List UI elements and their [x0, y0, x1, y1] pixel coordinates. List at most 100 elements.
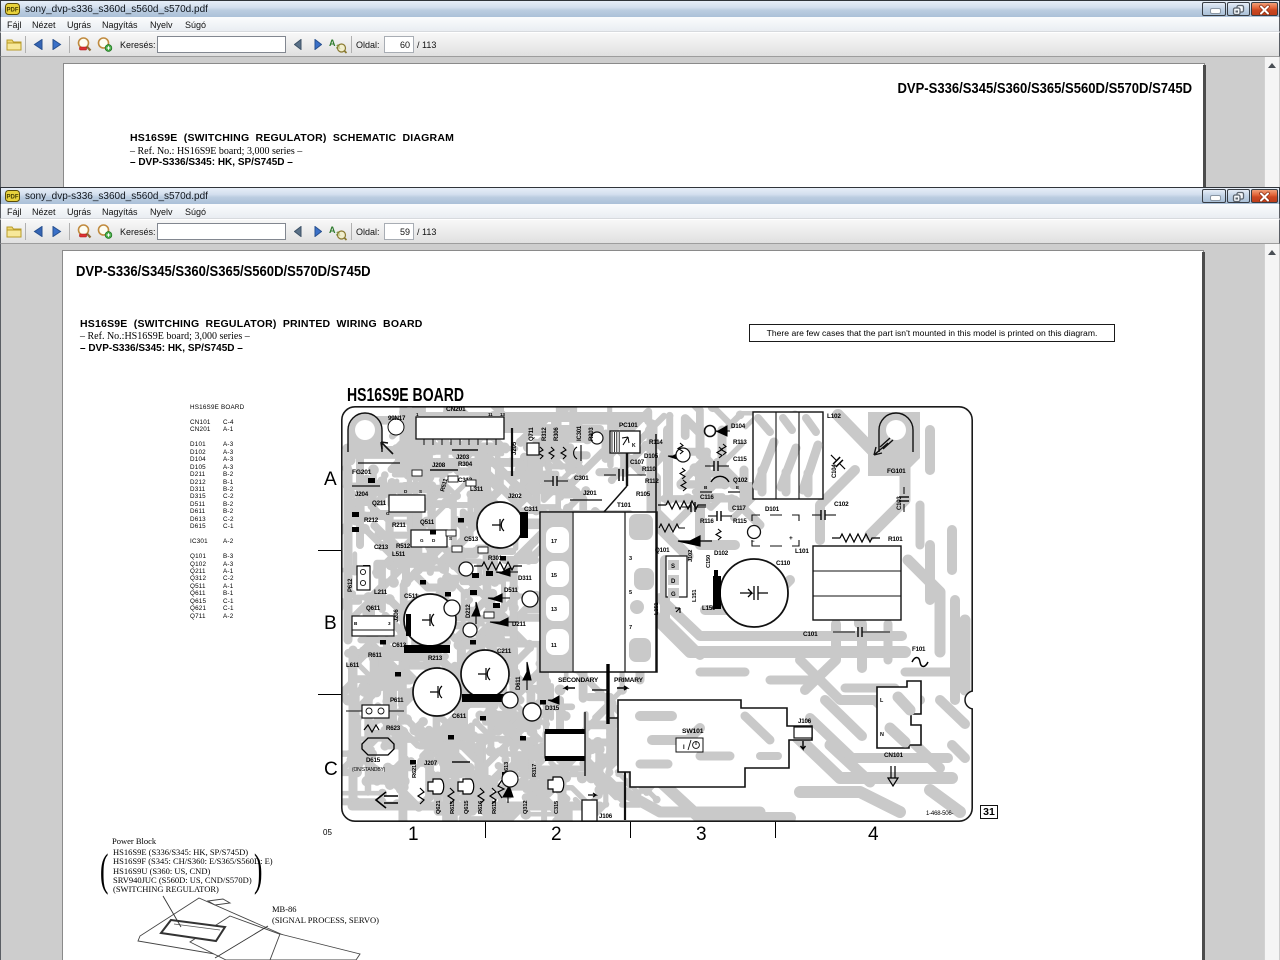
svg-text:A: A: [329, 225, 336, 235]
svg-text:L102: L102: [827, 413, 841, 420]
svg-text:Q611: Q611: [366, 605, 381, 612]
svg-text:C301: C301: [574, 475, 589, 482]
svg-text:P611: P611: [390, 697, 404, 704]
svg-text:L151: L151: [654, 602, 660, 615]
svg-text:7: 7: [629, 625, 632, 631]
svg-text:R615: R615: [450, 800, 456, 814]
svg-text:Q711: Q711: [529, 427, 535, 441]
svg-text:S: S: [419, 489, 422, 494]
svg-text:(ON/STANDBY): (ON/STANDBY): [352, 767, 386, 773]
svg-text:C110: C110: [776, 560, 791, 567]
svg-text:C117: C117: [732, 505, 746, 512]
svg-text:D101: D101: [765, 506, 780, 513]
svg-text:17: 17: [551, 539, 557, 545]
svg-text:R211: R211: [392, 522, 406, 529]
svg-text:R611: R611: [368, 652, 382, 659]
svg-text:D104: D104: [731, 423, 746, 430]
svg-text:R112: R112: [645, 478, 659, 485]
svg-text:C315: C315: [554, 800, 560, 814]
svg-text:PC101: PC101: [619, 422, 638, 429]
svg-text:D615: D615: [366, 757, 381, 764]
svg-text:FG201: FG201: [352, 469, 372, 476]
svg-text:D315: D315: [545, 705, 560, 712]
svg-text:11: 11: [488, 412, 493, 417]
svg-text:S: S: [671, 564, 675, 570]
svg-text:L101: L101: [795, 548, 809, 555]
svg-text:11: 11: [551, 643, 557, 649]
svg-text:D212: D212: [466, 604, 472, 618]
svg-text:Q211: Q211: [372, 500, 387, 507]
svg-text:D511: D511: [504, 587, 518, 594]
svg-text:Q102: Q102: [733, 477, 748, 484]
svg-text:15: 15: [551, 573, 557, 579]
svg-text:CN101: CN101: [884, 752, 904, 759]
svg-text:L150: L150: [702, 605, 716, 612]
svg-text:Q312: Q312: [523, 801, 529, 814]
svg-text:J102: J102: [688, 550, 694, 562]
svg-text:R114: R114: [649, 439, 663, 446]
svg-text:CN201: CN201: [446, 406, 466, 413]
svg-text:13: 13: [500, 412, 505, 417]
svg-text:R116: R116: [700, 518, 714, 525]
svg-text:P612: P612: [348, 578, 354, 592]
svg-text:1-468-506-: 1-468-506-: [926, 811, 954, 817]
svg-text:R105: R105: [636, 491, 651, 498]
svg-text:R110: R110: [642, 466, 656, 473]
svg-text:J202: J202: [508, 493, 522, 500]
svg-text:R113: R113: [733, 439, 747, 446]
svg-text:C102: C102: [834, 501, 849, 508]
svg-text:3: 3: [629, 556, 632, 562]
svg-text:C611: C611: [452, 713, 467, 720]
svg-text:D311: D311: [518, 575, 532, 582]
svg-text:K: K: [632, 443, 636, 449]
svg-text:C311: C311: [524, 506, 539, 513]
svg-text:99N17: 99N17: [388, 415, 406, 422]
svg-text:PDF: PDF: [7, 195, 19, 201]
svg-text:SECONDARY: SECONDARY: [558, 677, 599, 684]
svg-text:R213: R213: [428, 655, 443, 662]
svg-text:R616: R616: [478, 800, 484, 814]
svg-text:L211: L211: [374, 589, 388, 596]
svg-text:C213: C213: [374, 544, 389, 551]
svg-text:T101: T101: [617, 502, 631, 509]
svg-text:D105: D105: [644, 453, 659, 460]
svg-text:Q511: Q511: [420, 519, 435, 526]
svg-text:R621: R621: [412, 764, 418, 778]
svg-text:13: 13: [551, 607, 557, 613]
svg-text:L611: L611: [346, 662, 360, 669]
svg-text:R317: R317: [532, 764, 538, 777]
svg-text:F101: F101: [912, 646, 926, 653]
svg-text:FG101: FG101: [887, 468, 906, 475]
svg-text:C211: C211: [497, 648, 512, 655]
svg-text:5: 5: [629, 590, 632, 596]
svg-text:R512: R512: [396, 543, 411, 550]
svg-text:J106: J106: [599, 813, 613, 820]
svg-text:R304: R304: [458, 461, 473, 468]
svg-text:Q615: Q615: [464, 800, 470, 814]
svg-text:A: A: [329, 38, 336, 48]
svg-text:L511: L511: [392, 551, 406, 558]
svg-text:IC301: IC301: [577, 425, 583, 441]
svg-text:R306: R306: [554, 427, 560, 441]
svg-text:J207: J207: [424, 760, 438, 767]
svg-text:J208: J208: [432, 462, 446, 469]
svg-text:C104: C104: [832, 464, 838, 478]
svg-text:R301: R301: [488, 555, 503, 562]
svg-text:G: G: [671, 592, 676, 598]
svg-text:C116: C116: [700, 494, 714, 501]
svg-text:PRIMARY: PRIMARY: [614, 677, 644, 684]
svg-text:SW101: SW101: [682, 728, 704, 735]
svg-text:R101: R101: [888, 536, 903, 543]
svg-text:N: N: [880, 732, 884, 738]
svg-text:J106: J106: [798, 718, 812, 725]
svg-text:C115: C115: [733, 456, 747, 463]
svg-text:R312: R312: [542, 427, 548, 441]
svg-text:R212: R212: [364, 517, 379, 524]
svg-text:J203: J203: [456, 454, 470, 461]
svg-text:D611: D611: [516, 676, 522, 690]
svg-text:C613: C613: [392, 642, 407, 649]
svg-text:PDF: PDF: [7, 8, 19, 14]
svg-text:E: E: [736, 485, 739, 490]
svg-text:S: S: [449, 536, 452, 541]
svg-text:C103: C103: [897, 496, 903, 510]
